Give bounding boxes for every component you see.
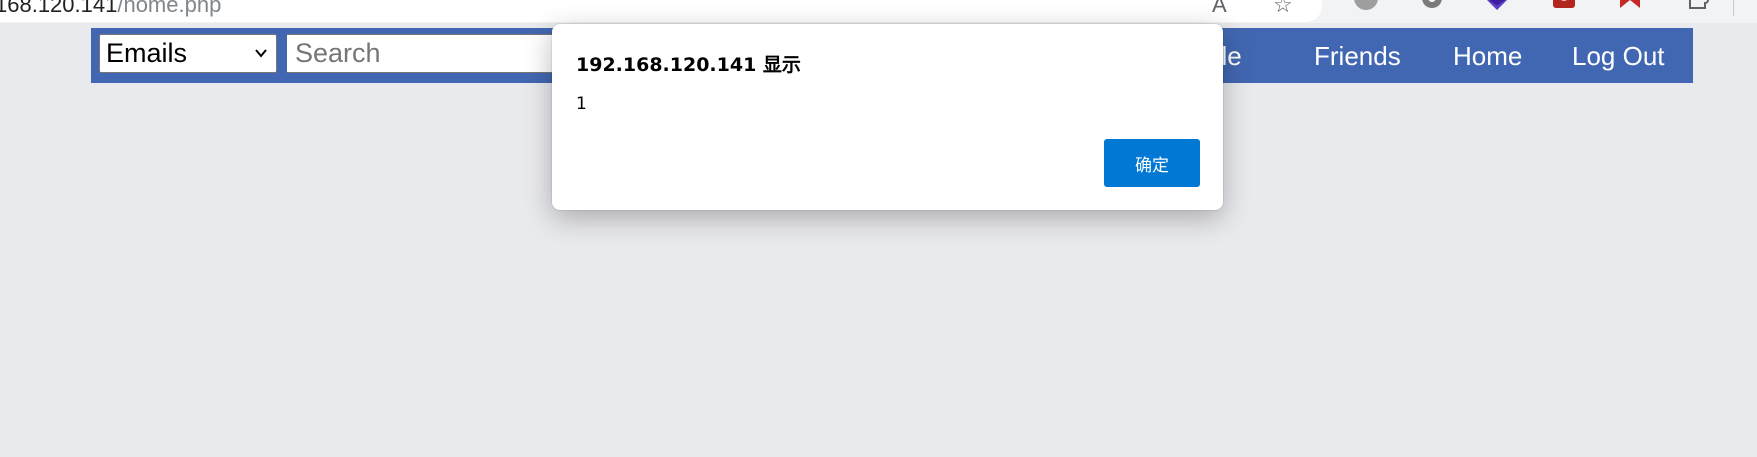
nav-link-friends[interactable]: Friends xyxy=(1314,41,1401,71)
toolbar-divider xyxy=(1733,0,1734,16)
alert-title: 192.168.120.141 显示 xyxy=(576,54,801,76)
search-category-value: Emails xyxy=(106,38,188,68)
favorite-star-icon[interactable]: ☆ xyxy=(1273,0,1293,18)
nav-link-home[interactable]: Home xyxy=(1453,41,1522,71)
read-aloud-icon[interactable]: A xyxy=(1212,0,1227,18)
extensions-puzzle-icon[interactable] xyxy=(1685,0,1709,10)
nav-link-logout[interactable]: Log Out xyxy=(1572,41,1665,71)
profile-circle-icon[interactable] xyxy=(1354,0,1378,10)
chevron-down-icon xyxy=(255,49,267,58)
search-category-select[interactable]: Emails xyxy=(99,34,277,73)
address-bar[interactable]: 168.120.141/home.php A ☆ xyxy=(0,0,1322,22)
extension-red-icon[interactable] xyxy=(1552,0,1576,10)
alert-message: 1 xyxy=(576,94,587,114)
url-text[interactable]: 168.120.141/home.php xyxy=(0,0,221,18)
browser-toolbar: 168.120.141/home.php A ☆ xyxy=(0,0,1757,23)
extension-ribbon-icon[interactable] xyxy=(1618,0,1642,10)
alert-dialog: 192.168.120.141 显示 1 确定 xyxy=(552,24,1223,210)
extension-gear-icon[interactable] xyxy=(1420,0,1444,10)
alert-ok-button[interactable]: 确定 xyxy=(1104,139,1200,187)
extension-diamond-icon[interactable] xyxy=(1485,0,1509,10)
